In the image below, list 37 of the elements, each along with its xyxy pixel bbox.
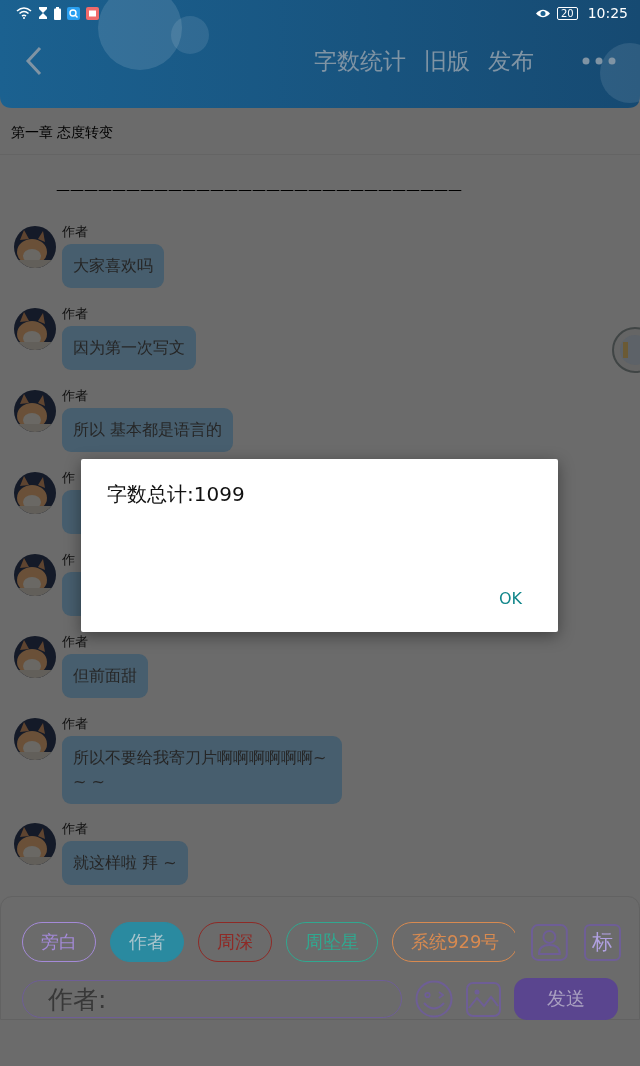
sender-name: 作者	[62, 716, 88, 732]
send-button[interactable]: 发送	[514, 978, 618, 1020]
message-bubble: 所以 基本都是语言的	[62, 408, 234, 452]
header-action-link[interactable]: 旧版	[424, 45, 470, 77]
header-action-link[interactable]: 发布	[488, 45, 534, 77]
divider-text: —————————————————————————————	[55, 180, 463, 199]
role-tab[interactable]: 周深	[198, 922, 272, 962]
sender-name: 作	[62, 552, 75, 568]
message-bubble: 所以不要给我寄刀片啊啊啊啊啊啊~ ~ ~	[62, 736, 342, 804]
role-tab[interactable]: 周坠星	[286, 922, 378, 962]
sender-name: 作者	[62, 306, 88, 322]
chapter-title: 第一章 态度转变	[0, 108, 640, 155]
battery-icon	[54, 6, 61, 20]
role-tab[interactable]: 作者	[110, 922, 184, 962]
sender-name: 作者	[62, 388, 88, 404]
message-bubble: 但前面甜	[62, 654, 148, 698]
tag-button[interactable]: 标	[584, 923, 621, 961]
eye-icon	[534, 7, 551, 19]
dialog-message: 字数总计:1099	[107, 481, 245, 508]
hourglass-icon	[38, 7, 48, 19]
wink-smiley-icon[interactable]	[415, 980, 453, 1018]
sender-name: 作者	[62, 634, 88, 650]
sender-name: 作者	[62, 224, 88, 240]
image-icon[interactable]	[466, 981, 501, 1017]
sender-name: 作者	[62, 821, 88, 837]
back-icon[interactable]	[25, 46, 43, 76]
message-bubble: 就这样啦 拜 ~	[62, 841, 188, 885]
header-action-link[interactable]: 字数统计	[314, 45, 406, 77]
message-bubble: 大家喜欢吗	[62, 244, 164, 288]
role-tab[interactable]: 旁白	[22, 922, 96, 962]
clock-time: 10:25	[587, 5, 628, 21]
sender-name: 作	[62, 470, 75, 486]
battery-level: 20	[556, 6, 578, 20]
person-icon[interactable]	[531, 923, 569, 961]
more-icon[interactable]	[582, 57, 616, 65]
role-tab[interactable]: 系统929号	[392, 922, 516, 962]
wifi-icon	[16, 7, 32, 19]
